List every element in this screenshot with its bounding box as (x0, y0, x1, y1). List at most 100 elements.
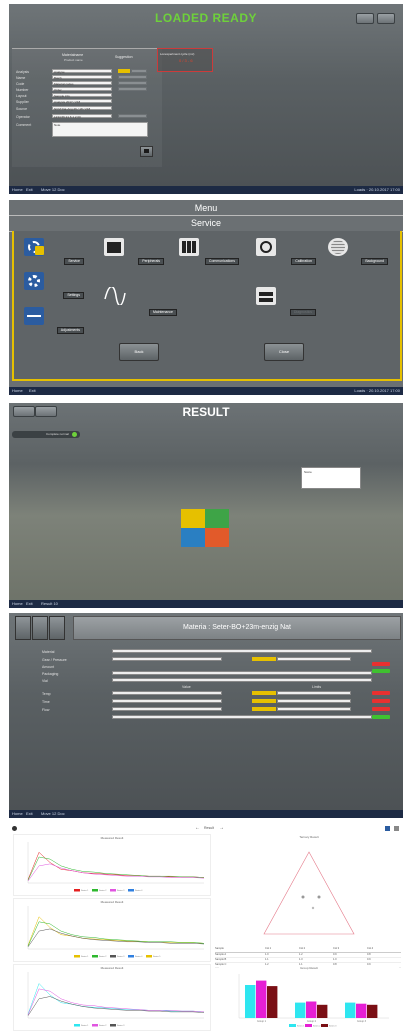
adjustments-button[interactable]: Adjustments (22, 306, 84, 334)
grid-icon[interactable] (394, 826, 399, 831)
form-label: Number (16, 88, 29, 92)
calibration-button[interactable]: Calibration (254, 237, 316, 265)
form-field-name[interactable]: Batch (52, 75, 112, 80)
peripherals-button[interactable]: Peripherals (102, 237, 164, 265)
red-button[interactable] (372, 699, 390, 703)
communications-button[interactable]: Communications (177, 237, 239, 265)
back-button[interactable]: Back (119, 343, 159, 361)
suggest-yellow[interactable] (118, 69, 130, 73)
form-field-source[interactable]: NCM Dat-Ang 26 / 18 / 218 (52, 106, 112, 111)
legend-swatch (305, 1024, 312, 1027)
legend-swatch (321, 1024, 328, 1027)
series-line (27, 988, 205, 1015)
form-field-number[interactable]: Order (52, 87, 112, 92)
settings-button[interactable]: Settings (22, 271, 84, 299)
table-cell: 1.0 (265, 953, 269, 956)
gear-left[interactable] (112, 657, 222, 661)
bar (267, 986, 278, 1018)
experiment-value: 0 / 3 - 6 (179, 58, 193, 63)
form-field-code[interactable]: Material codes (52, 81, 112, 86)
time-left[interactable] (112, 699, 222, 703)
packaging-field[interactable] (112, 671, 372, 675)
taskbar-home[interactable]: Home (12, 388, 23, 393)
score-box: Score (301, 467, 361, 489)
panel-menu-service: Menu Service Service Peripherals Communi… (9, 200, 403, 395)
settings-icon[interactable] (12, 826, 17, 831)
table-cell: 0.9 (333, 953, 337, 956)
notes-field[interactable] (112, 715, 372, 719)
legend-swatch (110, 889, 116, 892)
cube-object (181, 509, 231, 549)
vial-field[interactable] (112, 678, 372, 682)
red-button[interactable] (372, 707, 390, 711)
info-icon[interactable] (49, 616, 65, 640)
toolbar-center: Result (204, 826, 214, 830)
taskbar-home[interactable]: Home (12, 187, 23, 192)
red-button[interactable] (372, 662, 390, 666)
row-label: Vial (42, 679, 48, 683)
x-tick-label: Group 2 (307, 1020, 317, 1023)
legend-label: Series 3 (117, 956, 125, 958)
export-icon[interactable] (385, 826, 390, 831)
x-tick-label: Group 1 (257, 1020, 267, 1023)
material-field[interactable] (112, 649, 372, 653)
taskbar-exit[interactable]: Exit (26, 187, 33, 192)
taskbar-home[interactable]: Home (12, 601, 23, 606)
green-button[interactable] (372, 669, 390, 673)
temp-left[interactable] (112, 691, 222, 695)
taskbar-home[interactable]: Home (12, 811, 23, 816)
flow-right[interactable] (277, 707, 351, 711)
maintenance-button[interactable]: Maintenance (102, 285, 177, 316)
save-icon[interactable] (140, 146, 153, 157)
taskbar: Home Exit Move 12 Doc Loads · 20.10.2017… (9, 186, 403, 194)
adjustments-label: Adjustments (56, 327, 84, 334)
bar-chart-svg: Group 1 Group 2 Group 3 Series 1 Series 2 Ser… (238, 974, 389, 1028)
service-bar: Service (9, 215, 403, 232)
legend-label: Series 5 (153, 956, 161, 958)
background-label: Background (361, 258, 388, 265)
taskbar: Home Exit Loads · 20.10.2017 17:00 (9, 387, 403, 395)
close-button[interactable]: Close (264, 343, 304, 361)
red-button[interactable] (372, 691, 390, 695)
cubes-icon (104, 238, 124, 256)
background-button[interactable]: Background (326, 237, 388, 265)
gear-right[interactable] (277, 657, 351, 661)
form-field-comment[interactable]: Note (52, 122, 148, 137)
legend-label: Series 2 (99, 890, 107, 892)
tools-gear-icon (24, 238, 44, 256)
taskbar-doc[interactable]: Move 12 Doc (41, 187, 65, 192)
flow-yellow[interactable] (252, 707, 276, 711)
window-close-button[interactable] (377, 13, 395, 24)
taskbar-exit[interactable]: Exit (26, 811, 33, 816)
temp-yellow[interactable] (252, 691, 276, 695)
form-field-supplier[interactable]: Analysis 2017 / 218 (52, 99, 112, 104)
taskbar-doc[interactable]: Move 12 Doc (41, 811, 65, 816)
legend-swatch (74, 889, 80, 892)
next-arrow-icon[interactable]: → (219, 825, 224, 831)
form-field-layout[interactable]: Sample info (52, 93, 112, 98)
save-icon[interactable] (32, 616, 48, 640)
line-chart-svg: Series 1 Series 2 Series 3 Series 4 Series 5 (27, 906, 205, 958)
row-label: Amount (42, 665, 55, 669)
confirm-button[interactable] (372, 715, 390, 719)
undo-icon[interactable] (15, 616, 31, 640)
service-button[interactable]: Service (22, 237, 84, 265)
peripherals-label: Peripherals (138, 258, 164, 265)
taskbar-doc[interactable]: Result 10 (41, 601, 58, 606)
window-minimize-button[interactable] (356, 13, 374, 24)
row-label: Time (42, 700, 50, 704)
form-field-operator[interactable]: 1234 66 21 6 1 2 00 (52, 114, 112, 119)
time-yellow[interactable] (252, 699, 276, 703)
flow-left[interactable] (112, 707, 222, 711)
gear-yellow[interactable] (252, 657, 276, 661)
panel-result-3d: RESULT Complete normal Score Home Exit R… (9, 403, 403, 608)
time-right[interactable] (277, 699, 351, 703)
prev-arrow-icon[interactable]: ← (195, 825, 200, 831)
taskbar-exit[interactable]: Exit (26, 601, 33, 606)
taskbar-exit[interactable]: Exit (29, 388, 36, 393)
temp-right[interactable] (277, 691, 351, 695)
menu-title: Menu (194, 203, 218, 213)
diagnostics-button[interactable]: Diagnostics (254, 286, 316, 316)
form-field-analysis[interactable]: Analyse (52, 69, 112, 74)
suggest-box (118, 87, 147, 91)
